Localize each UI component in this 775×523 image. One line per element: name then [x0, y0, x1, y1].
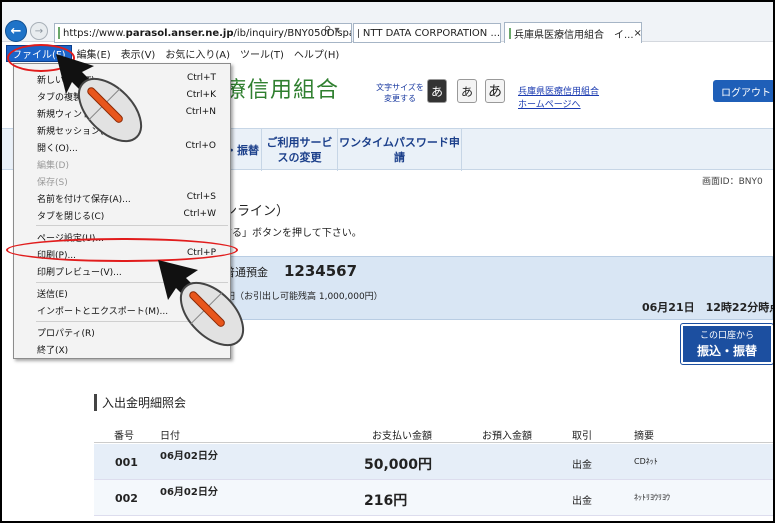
- col-deposit: お預入金額: [482, 431, 532, 442]
- row-description: ﾈｯﾄﾘﾖｳﾘﾖｳ: [634, 493, 670, 502]
- row-date: 06月02日分: [160, 487, 218, 498]
- col-kind: 取引: [572, 431, 592, 442]
- menu-separator: [36, 321, 228, 322]
- back-arrow-icon: ←: [10, 23, 22, 39]
- menu-separator: [36, 225, 228, 226]
- menu-separator: [36, 282, 228, 283]
- logout-button[interactable]: ログアウト: [713, 80, 773, 102]
- table-row: 002 06月02日分 216円 出金 ﾈｯﾄﾘﾖｳﾘﾖｳ: [94, 480, 773, 516]
- lock-icon: [358, 28, 359, 38]
- font-size-large-button[interactable]: あ: [485, 79, 505, 103]
- balance-timestamp: 06月21日 12時22分時点: [642, 301, 773, 314]
- browser-titlebar: ← → https://www.parasol.anser.ne.jp/ib/i…: [2, 2, 773, 43]
- bank-logo: 療信用組合: [224, 78, 340, 103]
- menu-duplicate-tab[interactable]: タブの複製(B) Ctrl+K: [14, 87, 230, 104]
- menu-new-session[interactable]: 新規セッション(I): [14, 121, 230, 138]
- nav-onetime-password[interactable]: ワンタイムパスワード申請: [338, 129, 462, 171]
- address-bar[interactable]: https://www.parasol.anser.ne.jp/ib/inqui…: [54, 23, 352, 43]
- menu-save-as[interactable]: 名前を付けて保存(A)... Ctrl+S: [14, 189, 230, 206]
- statement-title: 入出金明細照会: [94, 394, 186, 411]
- menu-import-export[interactable]: インポートとエクスポート(M)...: [14, 301, 230, 318]
- font-size-small-button[interactable]: あ: [427, 79, 447, 103]
- row-description: CDﾈｯﾄ: [634, 457, 658, 466]
- forward-arrow-icon: →: [34, 25, 44, 37]
- menu-help[interactable]: ヘルプ(H): [289, 45, 344, 62]
- instruction-text: する」ボタンを押して下さい。: [222, 228, 362, 239]
- row-kind: 出金: [572, 496, 592, 507]
- menu-bar: ファイル(F) 編集(E) 表示(V) お気に入り(A) ツール(T) ヘルプ(…: [2, 44, 773, 63]
- browser-tab[interactable]: 兵庫県医療信用組合 イ... ×: [504, 22, 642, 43]
- forward-button[interactable]: →: [30, 22, 48, 40]
- font-size-medium-button[interactable]: あ: [457, 79, 477, 103]
- transfer-button-line2: 振込・振替: [696, 344, 757, 358]
- row-number: 001: [115, 456, 138, 469]
- menu-tools[interactable]: ツール(T): [235, 45, 289, 62]
- menu-view[interactable]: 表示(V): [116, 45, 161, 62]
- page-title: ンライン）: [224, 204, 290, 219]
- statement-table-header: 番号 日付 お支払い金額 お預入金額 取引 摘要: [94, 423, 773, 443]
- tab-title: 兵庫県医療信用組合 イ...: [514, 29, 634, 41]
- menu-favorites[interactable]: お気に入り(A): [160, 45, 235, 62]
- menu-print-preview[interactable]: 印刷プレビュー(V)...: [14, 262, 230, 279]
- tab-favicon-icon: [509, 27, 511, 39]
- account-balance: 円（お引出し可能残高 1,000,000円）: [226, 292, 383, 302]
- menu-save-disabled: 保存(S): [37, 178, 68, 188]
- highlight-print-item: [6, 238, 238, 262]
- row-payment: 216円: [364, 493, 408, 509]
- security-certificate[interactable]: NTT DATA CORPORATION ...: [353, 23, 501, 43]
- row-kind: 出金: [572, 460, 592, 471]
- col-number: 番号: [114, 431, 134, 442]
- transfer-button-line1: この口座から: [699, 331, 754, 341]
- font-size-label: 文字サイズを変更する: [376, 83, 424, 103]
- menu-close-tab[interactable]: タブを閉じる(C) Ctrl+W: [14, 206, 230, 223]
- tab-close-icon[interactable]: ×: [634, 28, 642, 39]
- menu-edit-disabled: 編集(D): [37, 161, 69, 171]
- menu-new-tab[interactable]: 新しいタブ(T) Ctrl+T: [14, 70, 230, 87]
- menu-open[interactable]: 開く(O)... Ctrl+O: [14, 138, 230, 155]
- certificate-label: NTT DATA CORPORATION ...: [362, 27, 500, 39]
- home-page-link[interactable]: 兵庫県医療信用組合 ホームページへ: [518, 86, 608, 112]
- row-date: 06月02日分: [160, 451, 218, 462]
- col-payment: お支払い金額: [372, 431, 432, 442]
- row-number: 002: [115, 492, 138, 505]
- screenshot-frame: ← → https://www.parasol.anser.ne.jp/ib/i…: [2, 2, 773, 521]
- menu-new-window[interactable]: 新規ウィンドウ(N) Ctrl+N: [14, 104, 230, 121]
- address-actions[interactable]: ⚲ ▾: [324, 25, 340, 36]
- url-text: https://www.parasol.anser.ne.jp/ib/inqui…: [63, 27, 351, 39]
- transfer-from-account-button[interactable]: この口座から 振込・振替: [680, 323, 773, 365]
- menu-properties[interactable]: プロパティ(R): [14, 323, 230, 340]
- search-icon[interactable]: ⚲ ▾: [324, 25, 340, 36]
- highlight-file-menu: [7, 44, 75, 72]
- file-dropdown-menu: 新しいタブ(T) Ctrl+T タブの複製(B) Ctrl+K 新規ウィンドウ(N)…: [13, 63, 231, 359]
- menu-send[interactable]: 送信(E): [14, 284, 230, 301]
- account-number: 1234567: [284, 262, 358, 280]
- menu-exit[interactable]: 終了(X): [14, 340, 230, 357]
- screen-id: 画面ID：BNY0: [702, 177, 763, 187]
- row-payment: 50,000円: [364, 457, 433, 473]
- col-description: 摘要: [634, 431, 654, 442]
- nav-service-change[interactable]: ご利用サービスの変更: [262, 129, 338, 171]
- table-row: 001 06月02日分 50,000円 出金 CDﾈｯﾄ: [94, 444, 773, 480]
- col-date: 日付: [160, 431, 180, 442]
- back-button[interactable]: ←: [5, 20, 27, 42]
- menu-edit[interactable]: 編集(E): [72, 45, 116, 62]
